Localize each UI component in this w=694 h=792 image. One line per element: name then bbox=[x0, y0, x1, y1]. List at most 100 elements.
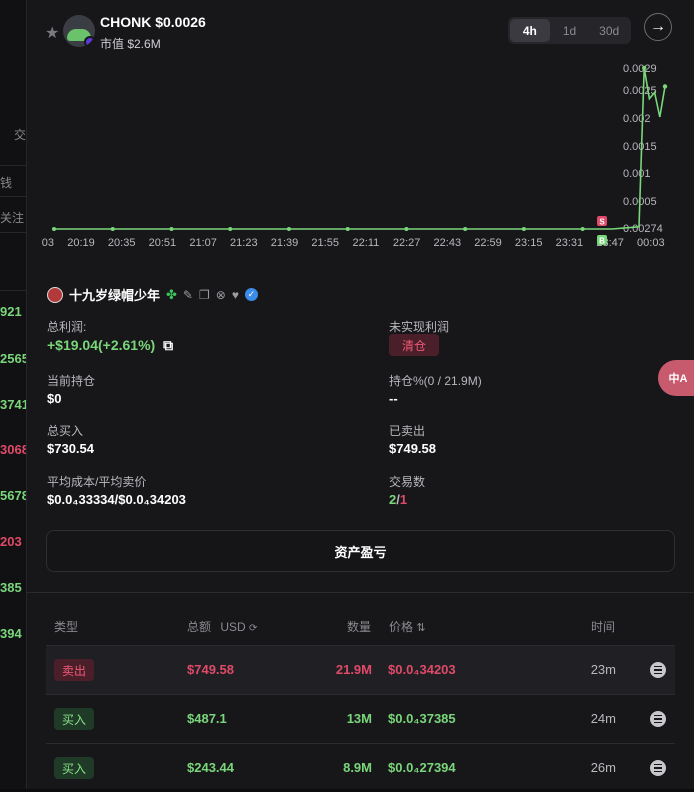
table-row[interactable]: 卖出 $749.58 21.9M $0.0₄34203 23m bbox=[46, 645, 675, 694]
y-tick-label: 0.0015 bbox=[623, 141, 657, 153]
menu-icon[interactable] bbox=[650, 760, 666, 776]
holding-pct-value: -- bbox=[389, 391, 398, 406]
bg-number: 921 bbox=[0, 304, 22, 319]
x-tick-label: 21:39 bbox=[271, 237, 299, 249]
user-name[interactable]: 十九岁绿帽少年 bbox=[69, 285, 160, 304]
timeframe-1d[interactable]: 1d bbox=[550, 19, 590, 42]
translate-button[interactable]: 中A bbox=[658, 360, 694, 396]
timeframe-4h[interactable]: 4h bbox=[510, 19, 550, 42]
x-tick-label: 20:51 bbox=[149, 237, 177, 249]
header-currency: USD bbox=[220, 620, 246, 634]
unrealized-profit-label: 未实现利润 bbox=[389, 320, 450, 334]
market-cap: 市值 $2.6M bbox=[100, 37, 161, 51]
type-tag: 卖出 bbox=[54, 659, 95, 681]
arrow-right-icon[interactable]: → bbox=[644, 13, 672, 41]
user-avatar[interactable] bbox=[47, 286, 63, 303]
holding-value: $0 bbox=[47, 391, 62, 406]
x-tick-label: 22:11 bbox=[353, 237, 380, 249]
x-tick-label: 21:55 bbox=[311, 237, 339, 249]
data-point bbox=[110, 227, 115, 231]
x-tick-label: 21:07 bbox=[189, 237, 217, 249]
bg-number: 394 bbox=[0, 626, 22, 641]
holding-pct-label: 持仓%(0 / 21.9M) bbox=[389, 374, 482, 388]
pen-icon[interactable]: ✎ bbox=[183, 288, 193, 302]
chain-badge-icon bbox=[84, 36, 95, 47]
total-profit-amount: +$19.04(+2.61%) bbox=[47, 337, 156, 353]
data-point bbox=[662, 84, 668, 89]
data-point bbox=[228, 227, 233, 231]
verified-icon: ✓ bbox=[244, 288, 258, 301]
x-tick-label: 20:35 bbox=[108, 237, 136, 249]
y-tick-label: 0.001 bbox=[623, 168, 651, 180]
table-row[interactable]: 买入 $243.44 8.9M $0.0₄27394 26m bbox=[46, 743, 675, 792]
trades-value: 2/1 bbox=[389, 492, 407, 507]
token-name[interactable]: CHONK $0.0026 bbox=[100, 14, 206, 30]
row-total: $749.58 bbox=[187, 662, 234, 677]
x-tick-label: 22:27 bbox=[393, 237, 421, 249]
header-total-label: 总额 bbox=[187, 620, 212, 634]
price-chart-svg: 0.00290.00250.0020.00150.0010.00050.0027… bbox=[42, 63, 668, 249]
x-tick-label: 22:59 bbox=[474, 237, 502, 249]
data-point bbox=[345, 227, 350, 231]
copy-icon[interactable]: ❐ bbox=[199, 288, 210, 302]
avg-cost-label: 平均成本/平均卖价 bbox=[47, 475, 147, 489]
timeframe-selector: 4h 1d 30d bbox=[508, 17, 631, 44]
price-chart: 0.0029 0.0025 0.002 0.0015 0.001 0.0005 0.0027… bbox=[27, 56, 694, 256]
total-buy-value: $730.54 bbox=[47, 441, 94, 456]
marker-label: B bbox=[599, 237, 605, 246]
total-buy-label: 总买入 bbox=[47, 424, 84, 438]
sort-icon[interactable]: ⇅ bbox=[416, 622, 425, 634]
x-tick-label: 23:31 bbox=[556, 237, 584, 249]
x-tick-label: 20:19 bbox=[67, 237, 95, 249]
user-row: 十九岁绿帽少年 ✤ ✎ ❐ ⊗ ♥ ✓ bbox=[47, 285, 258, 304]
header-price-label: 价格 bbox=[389, 620, 414, 634]
x-tick-label: 22:43 bbox=[434, 237, 462, 249]
bg-text: 交 bbox=[14, 128, 27, 142]
background-page: 交 钱 关注 921 2565 3741 3068 5678 203 385 3… bbox=[0, 0, 29, 789]
heart-icon[interactable]: ♥ bbox=[232, 288, 239, 302]
type-tag: 买入 bbox=[54, 708, 95, 730]
divider bbox=[27, 592, 694, 593]
type-tag: 买入 bbox=[54, 757, 95, 779]
external-link-icon[interactable]: ⧉ bbox=[163, 337, 173, 353]
token-detail-panel: ★ CHONK $0.0026 市值 $2.6M 4h 1d 30d → 0.0… bbox=[26, 0, 694, 789]
bg-number: 3068 bbox=[0, 442, 29, 457]
swap-currency-icon[interactable]: ⟳ bbox=[249, 623, 257, 634]
row-time: 24m bbox=[590, 711, 616, 726]
header-qty: 数量 bbox=[347, 620, 372, 634]
table-row[interactable]: 买入 $487.1 13M $0.0₄37385 24m bbox=[46, 694, 675, 743]
avg-cost-value: $0.0₄33334/$0.0₄34203 bbox=[47, 492, 186, 507]
header-total[interactable]: 总额 USD ⟳ bbox=[187, 618, 257, 635]
row-time: 26m bbox=[590, 760, 616, 775]
y-tick-label: 0.002 bbox=[623, 113, 651, 125]
timeframe-30d[interactable]: 30d bbox=[589, 19, 629, 42]
row-price: $0.0₄34203 bbox=[388, 662, 456, 677]
x-tick-label: 23:15 bbox=[515, 237, 543, 249]
bg-number: 2565 bbox=[0, 351, 29, 366]
data-point bbox=[169, 227, 174, 231]
x-icon[interactable]: ⊗ bbox=[216, 288, 226, 302]
header-time: 时间 bbox=[591, 620, 616, 634]
row-time: 23m bbox=[590, 662, 616, 677]
bg-number: 385 bbox=[0, 580, 22, 595]
x-tick-label: 00:03 bbox=[637, 237, 665, 249]
header-price[interactable]: 价格 ⇅ bbox=[389, 618, 426, 635]
x-tick-label: 03 bbox=[42, 237, 54, 249]
trades-sell-count: 1 bbox=[399, 492, 408, 507]
asset-pnl-button[interactable]: 资产盈亏 bbox=[46, 530, 675, 572]
menu-icon[interactable] bbox=[650, 662, 666, 678]
row-price: $0.0₄27394 bbox=[388, 760, 456, 775]
star-icon[interactable]: ★ bbox=[45, 23, 59, 43]
data-point bbox=[580, 227, 585, 231]
clear-position-button[interactable]: 清仓 bbox=[389, 334, 439, 356]
x-tick-label: 21:23 bbox=[230, 237, 258, 249]
token-avatar bbox=[63, 15, 95, 47]
row-qty: 13M bbox=[346, 711, 372, 726]
total-profit-label: 总利润: bbox=[47, 320, 87, 334]
price-line bbox=[54, 67, 666, 230]
total-profit-value: +$19.04(+2.61%) ⧉ bbox=[47, 337, 173, 354]
menu-icon[interactable] bbox=[650, 711, 666, 727]
row-price: $0.0₄37385 bbox=[388, 711, 456, 726]
trades-label: 交易数 bbox=[389, 475, 426, 489]
data-point bbox=[404, 227, 409, 231]
